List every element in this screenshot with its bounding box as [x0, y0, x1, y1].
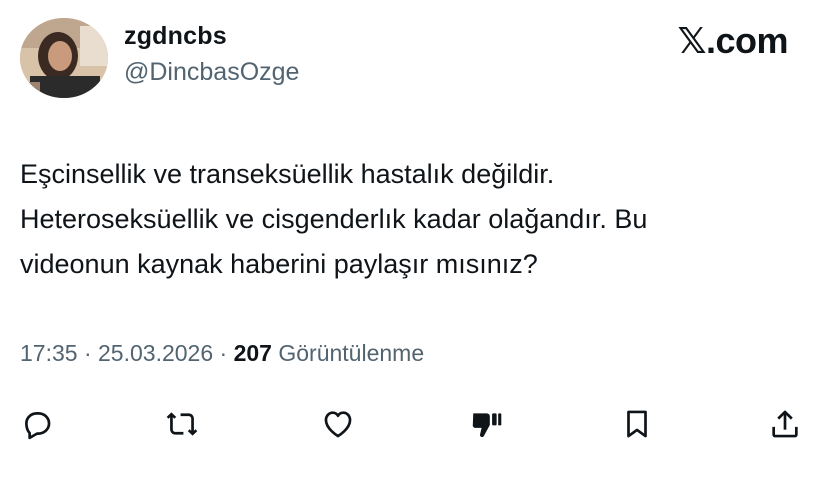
tweet-date[interactable]: 25.03.2026	[98, 340, 213, 366]
retweet-button[interactable]	[162, 400, 202, 448]
meta-separator: ·	[83, 340, 92, 366]
bookmark-button[interactable]	[617, 400, 657, 448]
dislike-button[interactable]	[466, 400, 506, 448]
reply-icon	[25, 412, 51, 440]
share-button[interactable]	[765, 400, 805, 448]
tweet-meta: 17:35 · 25.03.2026 · 207 Görüntülenme	[20, 340, 424, 367]
tweet-time[interactable]: 17:35	[20, 340, 78, 366]
display-name[interactable]: zgdncbs	[124, 22, 227, 51]
tweet-text: Eşcinsellik ve transeksüellik hastalık d…	[20, 152, 815, 287]
meta-separator: ·	[219, 340, 228, 366]
like-icon	[324, 411, 352, 438]
retweet-icon	[166, 412, 198, 436]
views-count: 207	[233, 340, 272, 366]
tweet-line: Heteroseksüellik ve cisgenderlık kadar o…	[20, 204, 648, 234]
reply-button[interactable]	[17, 400, 57, 448]
tweet-line: videonun kaynak haberini paylaşır mısını…	[20, 249, 538, 279]
avatar[interactable]	[20, 18, 108, 98]
like-button[interactable]	[318, 400, 358, 448]
tweet-line: Eşcinsellik ve transeksüellik hastalık d…	[20, 159, 555, 189]
x-logo: 𝕏.com	[677, 20, 788, 61]
dislike-icon	[472, 413, 502, 438]
views-label: Görüntülenme	[278, 340, 425, 366]
user-handle[interactable]: @DincbasOzge	[124, 58, 299, 87]
action-bar	[0, 400, 828, 448]
bookmark-icon	[627, 410, 647, 438]
share-icon	[772, 410, 798, 438]
